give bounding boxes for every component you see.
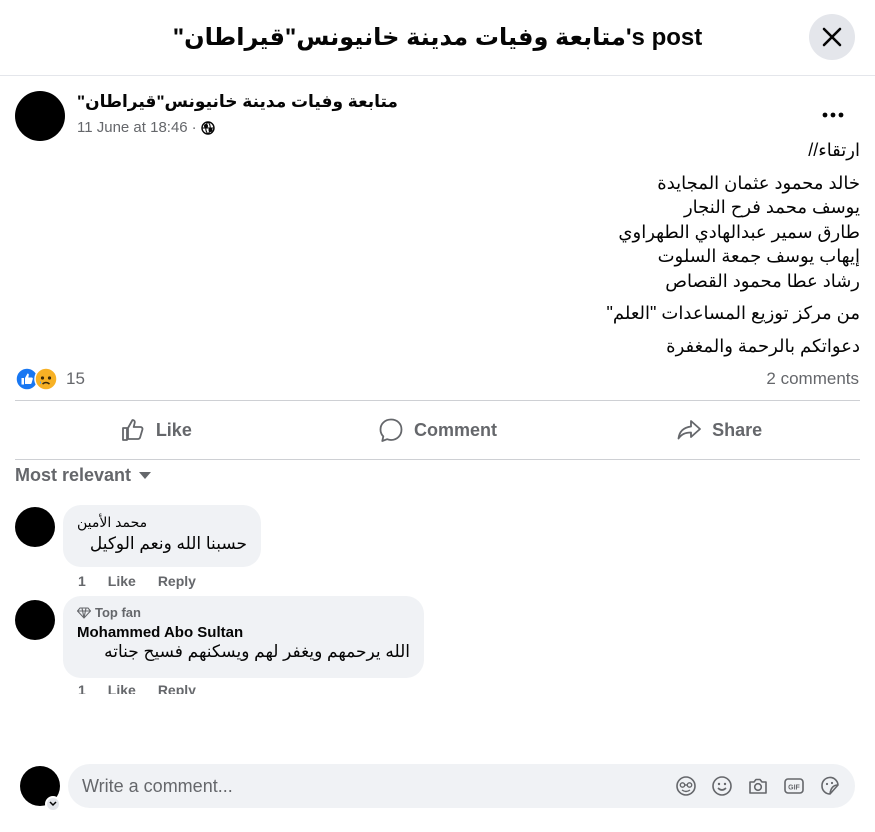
post-action-bar: Like Comment Share: [15, 402, 860, 458]
like-label: Like: [155, 419, 192, 440]
emoji-icon: [712, 776, 732, 796]
globe-icon: [200, 120, 215, 135]
share-icon: [677, 420, 702, 440]
divider: [15, 400, 860, 401]
dialog-title: "متابعة وفيات مدينة خانيونس"قيراطان's po…: [172, 24, 703, 51]
post-body: ارتقاء// خالد محمود عثمان المجايدة يوسف …: [160, 138, 860, 366]
dialog-header: "متابعة وفيات مدينة خانيونس"قيراطان's po…: [0, 0, 875, 76]
comment-actions: 1 Like Reply: [78, 573, 196, 589]
comment-reply-button[interactable]: Reply: [158, 682, 196, 694]
sticker-icon: [821, 776, 839, 795]
caret-down-icon: [139, 471, 152, 479]
post-timestamp[interactable]: 11 June at 18:46: [77, 119, 188, 136]
comments-count-link[interactable]: 2 comments: [766, 369, 859, 389]
gif-icon: GIF: [784, 778, 804, 794]
avatar-sticker-button[interactable]: [675, 775, 697, 797]
top-fan-label: Top fan: [95, 605, 141, 620]
top-fan-badge: Top fan: [77, 605, 410, 620]
camera-icon: [749, 778, 767, 794]
comment-sort-dropdown[interactable]: Most relevant: [15, 465, 152, 486]
comment-composer: GIF: [68, 764, 855, 808]
emoji-button[interactable]: [711, 775, 733, 797]
close-icon: [822, 27, 842, 47]
name-line: يوسف محمد فرح النجار: [683, 197, 860, 217]
share-button[interactable]: Share: [578, 402, 860, 458]
post-location: من مركز توزيع المساعدات "العلم": [606, 303, 860, 323]
comment-reply-button[interactable]: Reply: [158, 573, 196, 589]
commenter-name[interactable]: محمد الأمين: [77, 514, 247, 531]
comment-label: Comment: [414, 419, 498, 440]
comment-like-button[interactable]: Like: [108, 573, 136, 589]
profile-switcher-caret[interactable]: [45, 796, 61, 812]
like-button[interactable]: Like: [15, 402, 297, 458]
comment-like-button[interactable]: Like: [108, 682, 136, 694]
commenter-avatar[interactable]: [15, 507, 55, 547]
comment-like-count: 1: [78, 682, 86, 694]
comment-text: الله يرحمهم ويغفر لهم ويسكنهم فسيح جناته: [104, 642, 410, 661]
reaction-count: 15: [66, 369, 85, 388]
more-options-button[interactable]: [815, 101, 851, 129]
svg-text:GIF: GIF: [788, 785, 800, 792]
chevron-down-icon: [49, 801, 57, 807]
more-icon: [822, 112, 844, 118]
post-meta: 11 June at 18:46 ·: [77, 119, 215, 136]
divider: [15, 459, 860, 460]
sticker-button[interactable]: [819, 775, 841, 797]
comment-actions-clip: 1 Like Reply: [0, 682, 875, 694]
diamond-icon: [77, 606, 91, 619]
sort-label: Most relevant: [15, 465, 132, 485]
author-name[interactable]: "متابعة وفيات مدينة خانيونس"قيراطان: [77, 92, 398, 112]
comment-bubble: محمد الأمين حسبنا الله ونعم الوكيل: [63, 505, 261, 567]
author-avatar[interactable]: [15, 91, 65, 141]
name-line: رشاد عطا محمود القصاص: [665, 270, 860, 291]
gif-button[interactable]: GIF: [783, 775, 805, 797]
share-label: Share: [712, 419, 763, 440]
comment-text: حسبنا الله ونعم الوكيل: [89, 534, 247, 553]
name-line: طارق سمير عبدالهادي الطهراوي: [618, 221, 860, 242]
meta-separator: ·: [191, 119, 197, 136]
comment-icon: [379, 418, 403, 442]
comment-bubble: Top fan Mohammed Abo Sultan الله يرحمهم …: [63, 596, 424, 678]
commenter-name[interactable]: Mohammed Abo Sultan: [77, 624, 410, 641]
names-list: خالد محمود عثمان المجايدة يوسف محمد فرح …: [160, 171, 860, 294]
post-intro: ارتقاء//: [808, 140, 860, 160]
avatar-sticker-icon: [676, 776, 696, 796]
post-prayer: دعواتكم بالرحمة والمغفرة: [666, 335, 860, 356]
name-line: خالد محمود عثمان المجايدة: [657, 172, 860, 193]
photo-button[interactable]: [747, 775, 769, 797]
comment-like-count: 1: [78, 573, 86, 589]
name-line: إيهاب يوسف جمعة السلوت: [657, 246, 860, 266]
comment-input[interactable]: [82, 775, 675, 797]
thumbs-up-icon: [121, 419, 144, 441]
reactions-summary[interactable]: 15: [15, 367, 85, 391]
comment-button[interactable]: Comment: [297, 402, 579, 458]
comment-actions: 1 Like Reply: [78, 682, 196, 694]
close-button[interactable]: [809, 14, 855, 60]
sad-reaction-icon: [34, 367, 58, 391]
commenter-avatar[interactable]: [15, 600, 55, 640]
